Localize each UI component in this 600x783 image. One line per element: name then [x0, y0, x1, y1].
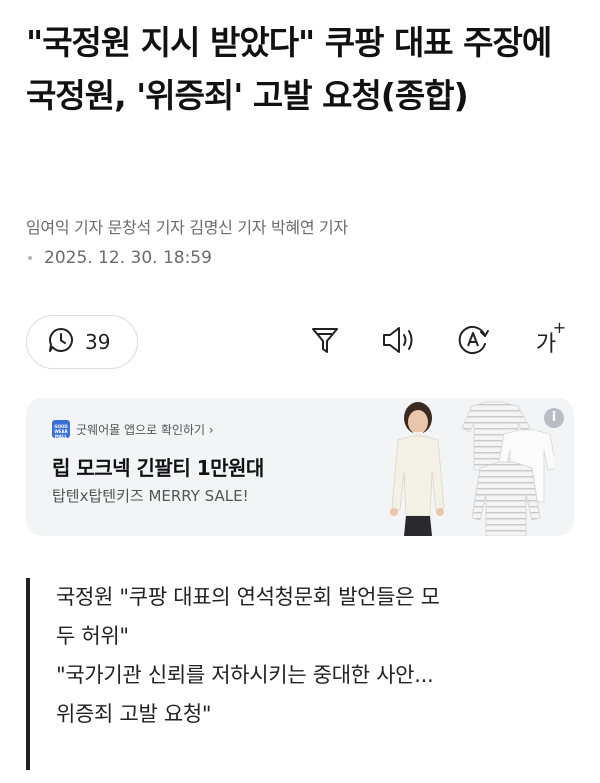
ad-source-label: 굿웨어몰 앱으로 확인하기 ›	[76, 422, 214, 437]
bullet-dot	[28, 256, 32, 260]
ad-banner[interactable]: GOOD WEAR MALL 굿웨어몰 앱으로 확인하기 › 립 모크넥 긴팔티…	[26, 398, 574, 536]
ad-subtitle: 탑텐x탑텐키즈 MERRY SALE!	[52, 487, 249, 505]
filter-button[interactable]	[305, 322, 345, 362]
comment-count: 39	[85, 330, 111, 354]
ad-brand-logo: GOOD WEAR MALL	[52, 420, 70, 439]
translate-button[interactable]	[453, 322, 493, 362]
translate-icon	[455, 322, 491, 362]
summary-line: 국정원 "쿠팡 대표의 연석청문회 발언들은 모	[56, 585, 440, 609]
summary-line: "국가기관 신뢰를 저하시키는 중대한 사안...	[56, 663, 434, 687]
article-datetime: 2025. 12. 30. 18:59	[44, 248, 212, 268]
summary-line: 위증죄 고발 요청"	[56, 702, 212, 726]
comment-clock-icon	[47, 326, 75, 358]
ad-product-image	[390, 401, 554, 536]
article-headline: "국정원 지시 받았다" 쿠팡 대표 주장에 국정원, '위증죄' 고발 요청(…	[26, 23, 552, 115]
ad-title: 립 모크넥 긴팔티 1만원대	[52, 456, 264, 480]
summary-line: 두 허위"	[56, 624, 129, 648]
ad-info-icon[interactable]: i	[544, 408, 564, 428]
listen-button[interactable]	[380, 322, 420, 362]
article-byline[interactable]: 임여익 기자 문창석 기자 김명신 기자 박혜연 기자	[26, 214, 348, 238]
comments-button[interactable]: 39	[26, 315, 138, 369]
speaker-icon	[380, 324, 420, 360]
article-summary: 국정원 "쿠팡 대표의 연석청문회 발언들은 모 두 허위" "국가기관 신뢰를…	[26, 578, 566, 770]
article-dateline: 2025. 12. 30. 18:59	[26, 248, 212, 268]
font-size-icon: 가 +	[535, 318, 567, 357]
font-size-button[interactable]: 가 +	[524, 318, 568, 362]
filter-icon	[309, 324, 341, 360]
ad-source-link[interactable]: GOOD WEAR MALL 굿웨어몰 앱으로 확인하기 ›	[52, 420, 214, 439]
